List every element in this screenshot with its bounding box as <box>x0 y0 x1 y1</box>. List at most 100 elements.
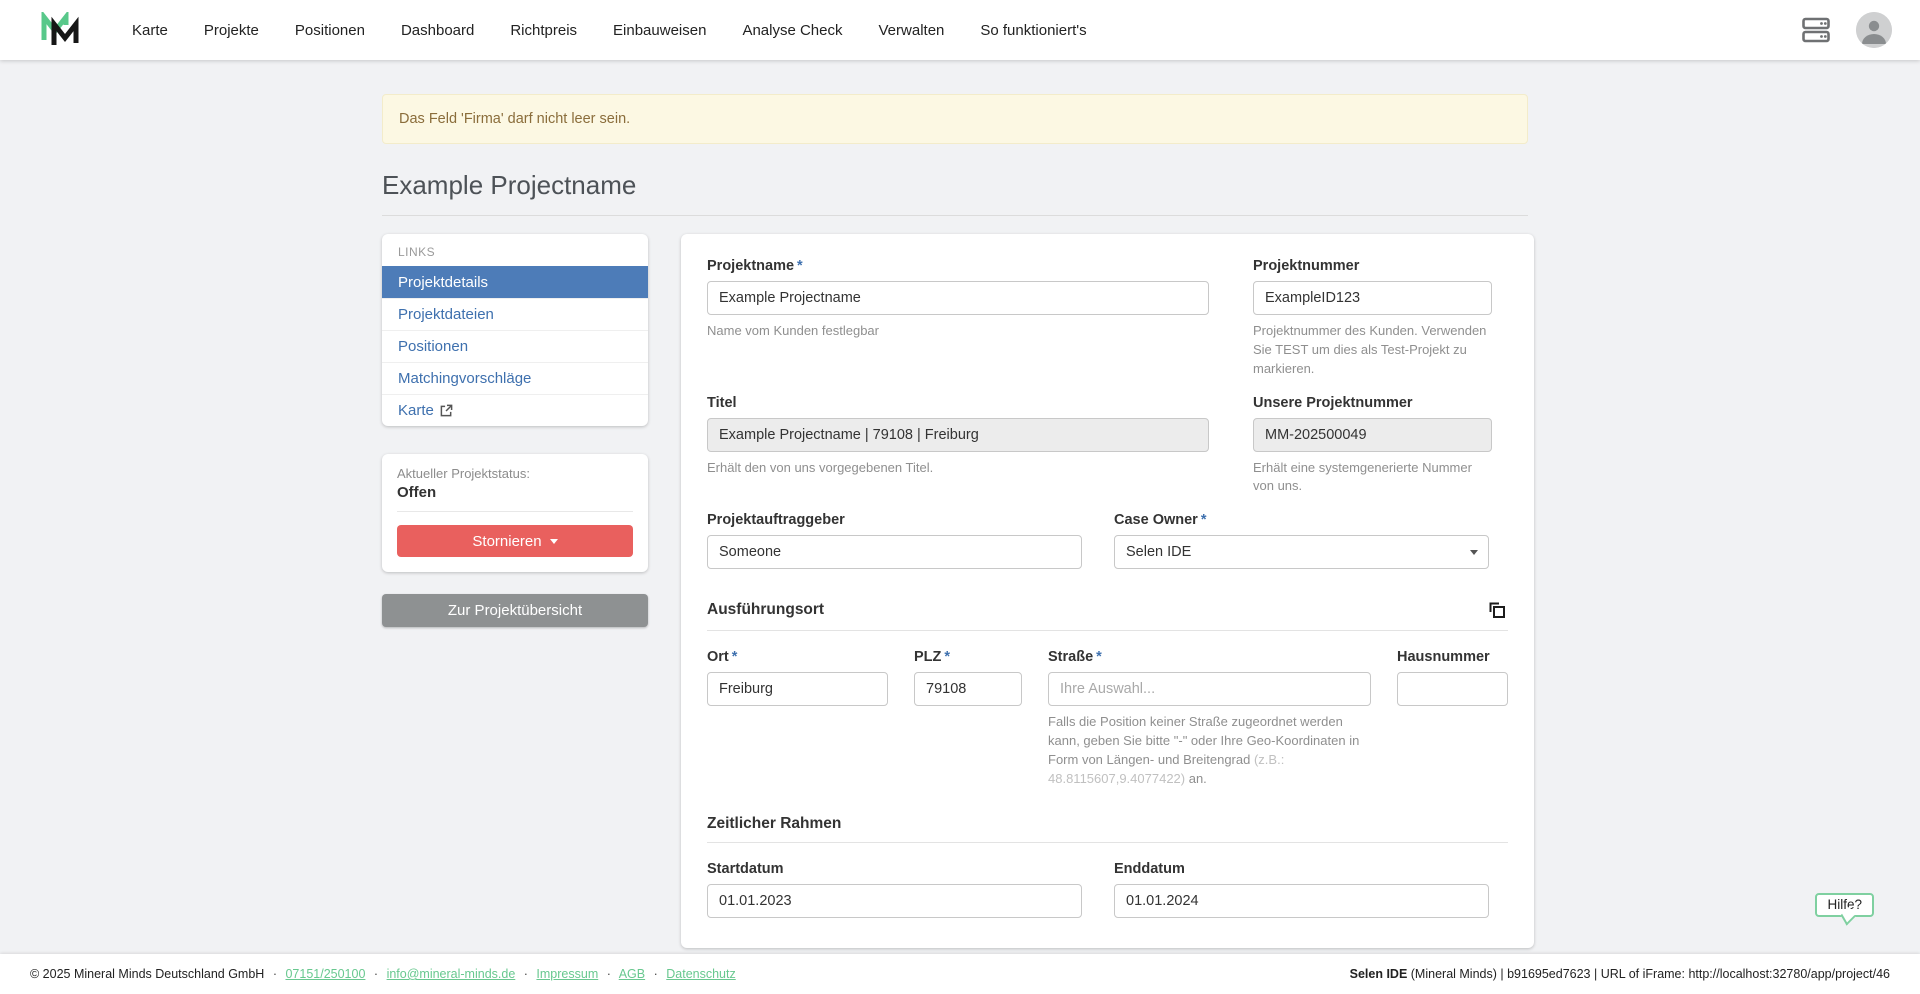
help-button[interactable]: Hilfe? <box>1815 893 1874 917</box>
projektnummer-help: Projektnummer des Kunden. Verwenden Sie … <box>1253 322 1492 379</box>
projektnummer-input[interactable] <box>1253 281 1492 315</box>
nav-item-analyse-check[interactable]: Analyse Check <box>742 22 842 39</box>
required-marker: * <box>797 258 803 274</box>
titel-input <box>707 418 1209 452</box>
sidebar-item-label: Projektdetails <box>398 274 488 291</box>
ort-label: Ort* <box>707 649 888 665</box>
separator: · <box>524 967 528 981</box>
sidebar-item-positionen[interactable]: Positionen <box>382 330 648 362</box>
zur-projektuebersicht-button[interactable]: Zur Projektübersicht <box>382 594 648 627</box>
stornieren-button-label: Stornieren <box>472 533 541 550</box>
strasse-label: Straße* <box>1048 649 1371 665</box>
unsere-projektnummer-help: Erhält eine systemgenerierte Nummer von … <box>1253 459 1492 497</box>
label-text: Straße <box>1048 649 1093 665</box>
sidebar-item-matchingvorschlaege[interactable]: Matchingvorschläge <box>382 362 648 394</box>
plz-input[interactable] <box>914 672 1022 706</box>
links-card-header: LINKS <box>382 234 648 266</box>
required-marker: * <box>1096 649 1102 665</box>
case-owner-label: Case Owner* <box>1114 512 1489 528</box>
separator: · <box>654 967 658 981</box>
projektauftraggeber-input[interactable] <box>707 535 1082 569</box>
nav-item-projekte[interactable]: Projekte <box>204 22 259 39</box>
enddatum-input[interactable] <box>1114 884 1489 918</box>
required-marker: * <box>944 649 950 665</box>
nav-item-so-funktionierts[interactable]: So funktioniert's <box>980 22 1086 39</box>
nav-item-einbauweisen[interactable]: Einbauweisen <box>613 22 706 39</box>
server-icon[interactable] <box>1802 17 1830 43</box>
status-label: Aktueller Projektstatus: <box>397 466 633 481</box>
footer-session-info: Selen IDE (Mineral Minds) | b91695ed7623… <box>1350 967 1890 981</box>
project-details-form: Projektname* Name vom Kunden festlegbar … <box>681 234 1534 948</box>
label-text: Ort <box>707 649 729 665</box>
copy-address-button[interactable] <box>1486 599 1508 621</box>
nav-item-richtpreis[interactable]: Richtpreis <box>510 22 577 39</box>
strasse-help: Falls die Position keiner Straße zugeord… <box>1048 713 1371 788</box>
footer-user-name: Selen IDE <box>1350 967 1408 981</box>
sidebar-item-projektdetails[interactable]: Projektdetails <box>382 266 648 298</box>
titel-label: Titel <box>707 395 1209 411</box>
separator: · <box>607 967 611 981</box>
footer-link-impressum[interactable]: Impressum <box>536 967 598 981</box>
nav-item-positionen[interactable]: Positionen <box>295 22 365 39</box>
sidebar-item-projektdateien[interactable]: Projektdateien <box>382 298 648 330</box>
projektnummer-label: Projektnummer <box>1253 258 1492 274</box>
nav-item-verwalten[interactable]: Verwalten <box>879 22 945 39</box>
top-navbar: Karte Projekte Positionen Dashboard Rich… <box>0 0 1920 60</box>
sidebar-item-label: Projektdateien <box>398 306 494 323</box>
sidebar-item-label: Matchingvorschläge <box>398 370 531 387</box>
nav-item-dashboard[interactable]: Dashboard <box>401 22 474 39</box>
enddatum-label: Enddatum <box>1114 861 1489 877</box>
sidebar: LINKS Projektdetails Projektdateien Posi… <box>382 234 648 627</box>
required-marker: * <box>1201 512 1207 528</box>
main-menu: Karte Projekte Positionen Dashboard Rich… <box>132 22 1087 39</box>
footer-link-email[interactable]: info@mineral-minds.de <box>387 967 516 981</box>
hausnummer-input[interactable] <box>1397 672 1508 706</box>
alert-message: Das Feld 'Firma' darf nicht leer sein. <box>399 111 630 127</box>
label-text: Projektname <box>707 258 794 274</box>
separator: · <box>374 967 378 981</box>
label-text: Case Owner <box>1114 512 1198 528</box>
startdatum-label: Startdatum <box>707 861 1082 877</box>
sidebar-item-label: Positionen <box>398 338 468 355</box>
projektname-input[interactable] <box>707 281 1209 315</box>
label-text: PLZ <box>914 649 941 665</box>
footer-link-phone[interactable]: 07151/250100 <box>285 967 365 981</box>
links-card: LINKS Projektdetails Projektdateien Posi… <box>382 234 648 426</box>
project-status-card: Aktueller Projektstatus: Offen Storniere… <box>382 454 648 572</box>
app-logo[interactable] <box>40 12 80 48</box>
unsere-projektnummer-input <box>1253 418 1492 452</box>
help-button-label: Hilfe? <box>1827 897 1862 912</box>
section-title-zeitlicher-rahmen: Zeitlicher Rahmen <box>707 815 841 833</box>
divider <box>397 511 633 512</box>
navbar-right <box>1802 12 1892 48</box>
projektauftraggeber-label: Projektauftraggeber <box>707 512 1082 528</box>
case-owner-select[interactable]: Selen IDE <box>1114 535 1489 569</box>
user-avatar-icon[interactable] <box>1856 12 1892 48</box>
separator: · <box>273 967 277 981</box>
footer-link-datenschutz[interactable]: Datenschutz <box>666 967 735 981</box>
sidebar-item-label: Karte <box>398 402 434 419</box>
footer-link-agb[interactable]: AGB <box>619 967 645 981</box>
divider <box>707 842 1508 843</box>
projektname-label: Projektname* <box>707 258 1209 274</box>
nav-item-karte[interactable]: Karte <box>132 22 168 39</box>
status-value: Offen <box>397 484 633 501</box>
strasse-help-suffix: an. <box>1185 771 1207 786</box>
titel-help: Erhält den von uns vorgegebenen Titel. <box>707 459 1209 478</box>
copy-icon <box>1486 599 1508 621</box>
external-link-icon <box>440 404 453 417</box>
footer-left: © 2025 Mineral Minds Deutschland GmbH · … <box>30 967 736 981</box>
divider <box>707 630 1508 631</box>
unsere-projektnummer-label: Unsere Projektnummer <box>1253 395 1492 411</box>
strasse-help-main: Falls die Position keiner Straße zugeord… <box>1048 714 1359 767</box>
page-title: Example Projectname <box>382 170 1528 216</box>
required-marker: * <box>732 649 738 665</box>
ort-input[interactable] <box>707 672 888 706</box>
strasse-input[interactable] <box>1048 672 1371 706</box>
caret-down-icon <box>550 539 558 544</box>
projektname-help: Name vom Kunden festlegbar <box>707 322 1209 341</box>
sidebar-item-karte[interactable]: Karte <box>382 394 648 426</box>
startdatum-input[interactable] <box>707 884 1082 918</box>
stornieren-button[interactable]: Stornieren <box>397 525 633 557</box>
footer-session-details: (Mineral Minds) | b91695ed7623 | URL of … <box>1407 967 1890 981</box>
